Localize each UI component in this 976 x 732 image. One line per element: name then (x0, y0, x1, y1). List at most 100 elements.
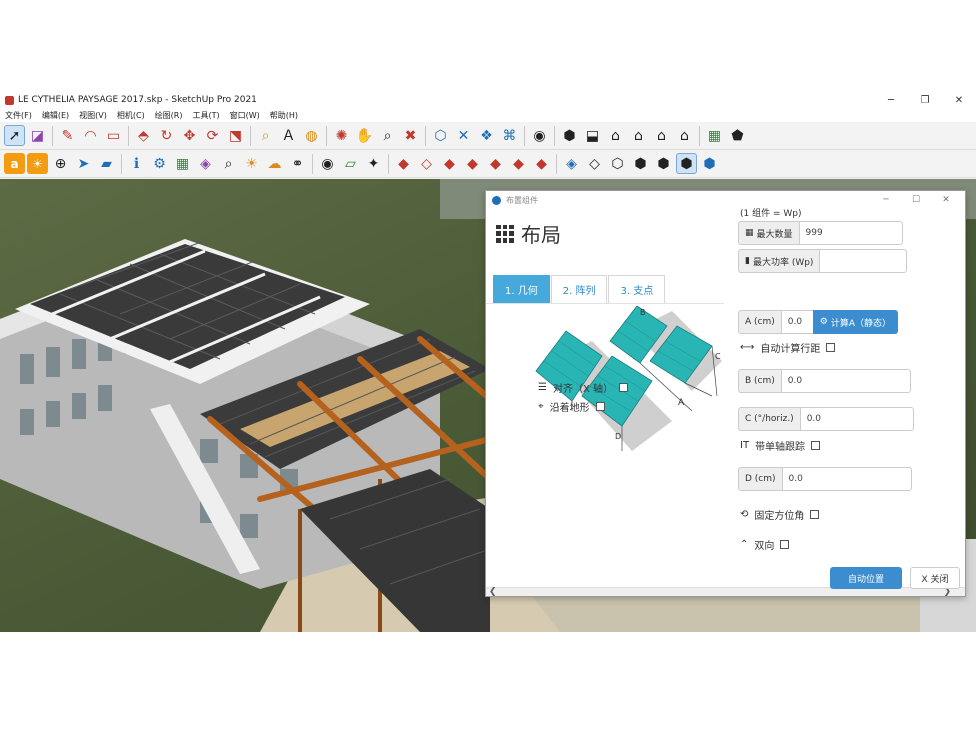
wand-icon[interactable]: ✦ (363, 153, 384, 174)
zoom-tool-icon[interactable]: ⌕ (377, 125, 398, 146)
move-tool-icon[interactable]: ✥ (179, 125, 200, 146)
front-view-icon[interactable]: ⌂ (605, 125, 626, 146)
close-button[interactable]: ✕ (942, 92, 976, 108)
arrow-panel-icon[interactable]: ➤ (73, 153, 94, 174)
paint-bucket-tool-icon[interactable]: ◍ (301, 125, 322, 146)
smoove-icon[interactable]: ◆ (439, 153, 460, 174)
section-plane-icon[interactable]: ▦ (704, 125, 725, 146)
push-pull-tool-icon[interactable]: ⬘ (133, 125, 154, 146)
scroll-left-icon[interactable]: ❮ (489, 587, 497, 596)
warehouse-icon[interactable]: ⬡ (430, 125, 451, 146)
drape-icon[interactable]: ◆ (485, 153, 506, 174)
pan-tool-icon[interactable]: ✋ (354, 125, 375, 146)
bidirectional-label: 双向 (754, 541, 775, 552)
menu-file[interactable]: 文件(F) (0, 110, 37, 121)
rotate-tool-icon[interactable]: ⟳ (202, 125, 223, 146)
d-field-input[interactable]: 0.0 (781, 467, 912, 491)
b-field-input[interactable]: 0.0 (780, 369, 911, 393)
menu-help[interactable]: 帮助(H) (265, 110, 303, 121)
fixed-azimuth-checkbox[interactable] (810, 510, 820, 519)
arc-tool-icon[interactable]: ◠ (80, 125, 101, 146)
ruler-icon[interactable]: ▱ (340, 153, 361, 174)
select-tool-icon[interactable]: ➚ (4, 125, 25, 146)
tab-geometry[interactable]: 1. 几何 (493, 275, 550, 303)
iso-view-icon[interactable]: ⬢ (559, 125, 580, 146)
max-count-input[interactable]: 999 (798, 221, 903, 245)
a-field-label: A (cm) (745, 317, 775, 327)
add-detail-icon[interactable]: ◆ (508, 153, 529, 174)
back-view-icon[interactable]: ⌂ (651, 125, 672, 146)
calc-a-static-button[interactable]: ⚙ 计算A（静态） (812, 310, 899, 334)
right-view-icon[interactable]: ⌂ (628, 125, 649, 146)
info-icon[interactable]: ℹ (126, 153, 147, 174)
components-icon[interactable]: ❖ (476, 125, 497, 146)
max-power-input[interactable] (819, 249, 908, 273)
style-monochrome-icon[interactable]: ⬢ (699, 153, 720, 174)
stamp-icon[interactable]: ◆ (462, 153, 483, 174)
c-field-input[interactable]: 0.0 (799, 407, 914, 431)
sandbox-from-contours-icon[interactable]: ◆ (393, 153, 414, 174)
zoom-extents-tool-icon[interactable]: ✖ (400, 125, 421, 146)
style-shaded-icon[interactable]: ⬢ (653, 153, 674, 174)
menu-camera[interactable]: 相机(C) (112, 110, 150, 121)
bidirectional-checkbox[interactable] (780, 540, 790, 549)
minimize-button[interactable]: ─ (874, 92, 908, 108)
skelion-tool-icon[interactable]: ☀ (27, 153, 48, 174)
menu-view[interactable]: 视图(V) (74, 110, 112, 121)
rectangle-tool-icon[interactable]: ▭ (103, 125, 124, 146)
settings-gear-icon[interactable]: ⚙ (149, 153, 170, 174)
single-axis-checkbox[interactable] (811, 441, 821, 450)
menu-window[interactable]: 窗口(W) (225, 110, 265, 121)
align-x-row: ☰ 对齐（X 轴） (538, 380, 628, 395)
style-wireframe-icon[interactable]: ⬡ (607, 153, 628, 174)
style-xray-icon[interactable]: ◈ (561, 153, 582, 174)
layout-icon[interactable]: ⌘ (499, 125, 520, 146)
auto-place-button[interactable]: 自动位置 (830, 567, 902, 589)
close-dialog-button[interactable]: X 关闭 (910, 567, 960, 589)
a-field-input[interactable]: 0.0 (780, 310, 813, 334)
link-icon[interactable]: ⚭ (287, 153, 308, 174)
sun-arrow-icon[interactable]: ☀ (241, 153, 262, 174)
style-shaded-textures-icon[interactable]: ⬢ (676, 153, 697, 174)
dialog-minimize-button[interactable]: ─ (871, 195, 901, 205)
analysis-icon[interactable]: ◈ (195, 153, 216, 174)
tape-measure-tool-icon[interactable]: ⌕ (255, 125, 276, 146)
dialog-maximize-button[interactable]: ☐ (901, 195, 931, 205)
toolbar-separator (524, 125, 525, 146)
flip-edge-icon[interactable]: ◆ (531, 153, 552, 174)
pencil-line-tool-icon[interactable]: ✎ (57, 125, 78, 146)
top-view-icon[interactable]: ⬓ (582, 125, 603, 146)
panel-icon[interactable]: ▰ (96, 153, 117, 174)
max-count-addon: ▦ 最大数量 (738, 221, 799, 245)
tab-support[interactable]: 3. 支点 (608, 275, 666, 303)
tag-icon[interactable]: ⬟ (727, 125, 748, 146)
style-back-edges-icon[interactable]: ◇ (584, 153, 605, 174)
max-power-addon: ▮ 最大功率 (Wp) (738, 249, 820, 273)
sandbox-from-scratch-icon[interactable]: ◇ (416, 153, 437, 174)
style-hidden-line-icon[interactable]: ⬢ (630, 153, 651, 174)
dialog-close-button[interactable]: ✕ (931, 195, 961, 205)
search-icon[interactable]: ⌕ (218, 153, 239, 174)
menu-tools[interactable]: 工具(T) (188, 110, 225, 121)
compass-icon[interactable]: ⊕ (50, 153, 71, 174)
account-icon[interactable]: ◉ (529, 125, 550, 146)
orbit-tool-icon[interactable]: ✺ (331, 125, 352, 146)
maximize-button[interactable]: ❐ (908, 92, 942, 108)
auto-place-button-label: 自动位置 (847, 574, 884, 585)
menu-draw[interactable]: 绘图(R) (150, 110, 188, 121)
follow-terrain-checkbox[interactable] (595, 402, 605, 411)
grid-export-icon[interactable]: ▦ (172, 153, 193, 174)
follow-me-tool-icon[interactable]: ↻ (156, 125, 177, 146)
auto-row-spacing-checkbox[interactable] (826, 343, 836, 352)
left-view-icon[interactable]: ⌂ (674, 125, 695, 146)
align-x-checkbox[interactable] (619, 383, 628, 392)
eraser-tool-icon[interactable]: ◪ (27, 125, 48, 146)
cloud-icon[interactable]: ☁ (264, 153, 285, 174)
text-tool-icon[interactable]: Ａ (278, 125, 299, 146)
menu-edit[interactable]: 编辑(E) (37, 110, 74, 121)
tab-array[interactable]: 2. 阵列 (550, 275, 608, 303)
eye-icon[interactable]: ◉ (317, 153, 338, 174)
extension-warehouse-icon[interactable]: ✕ (453, 125, 474, 146)
scale-tool-icon[interactable]: ⬔ (225, 125, 246, 146)
skelion-logo-icon[interactable]: a (4, 153, 25, 174)
